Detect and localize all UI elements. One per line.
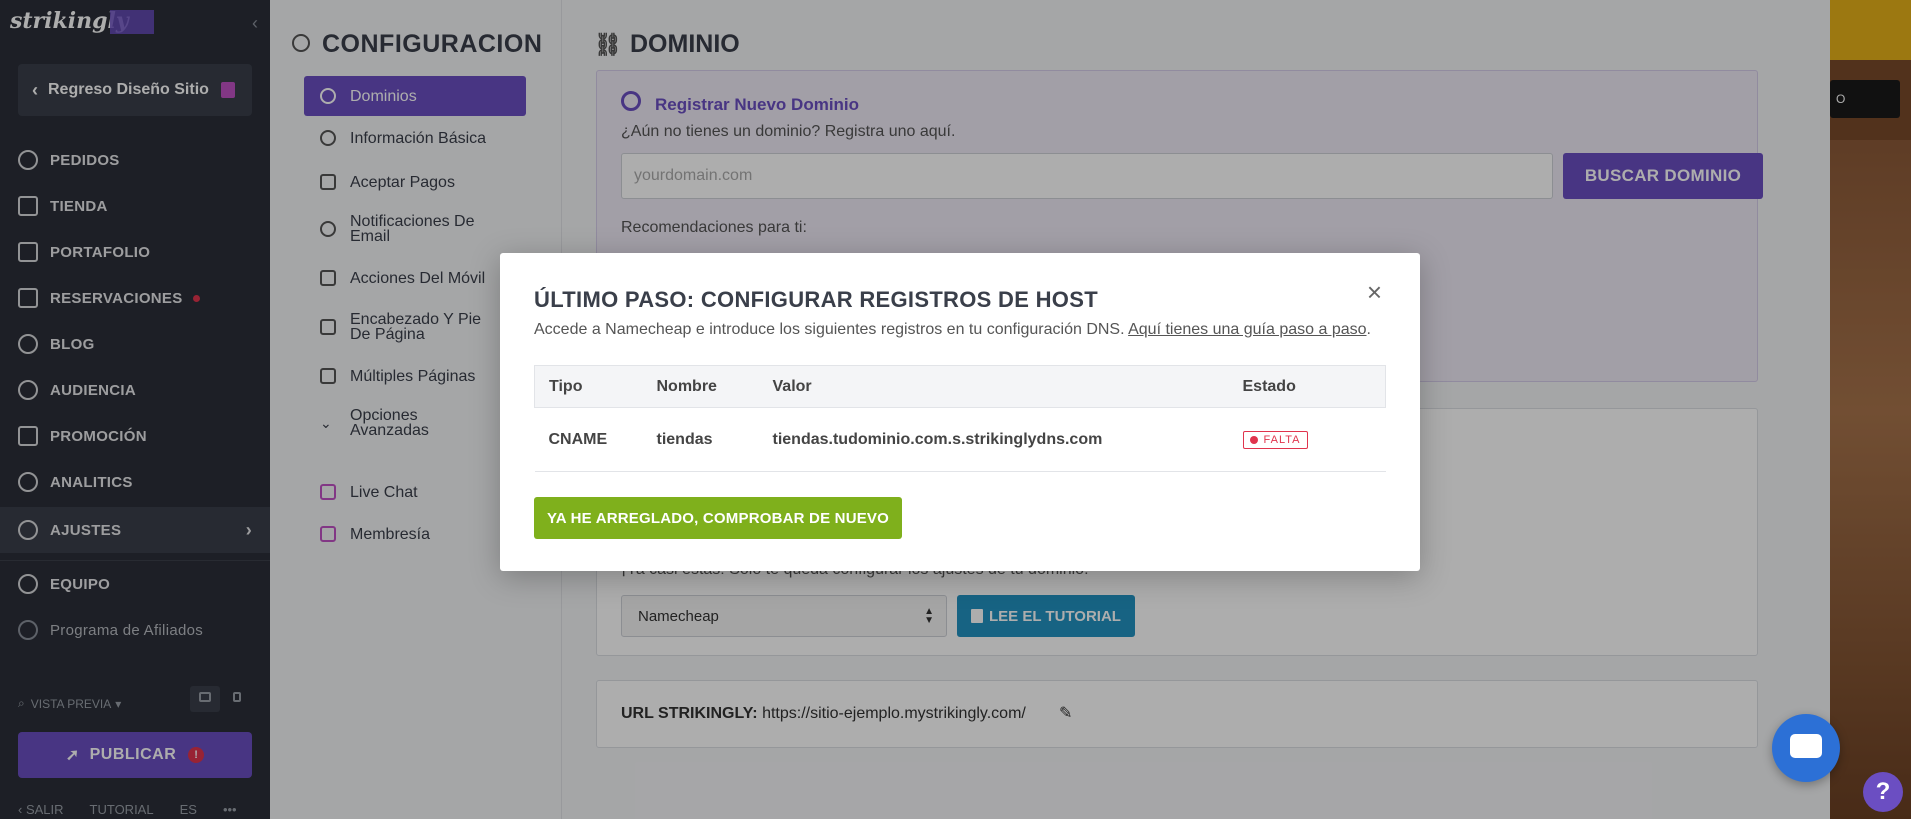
modal-title: ÚLTIMO PASO: CONFIGURAR REGISTROS DE HOS… bbox=[534, 287, 1098, 312]
modal-description-period: . bbox=[1366, 321, 1371, 338]
help-button[interactable]: ? bbox=[1863, 772, 1903, 812]
record-type: CNAME bbox=[534, 407, 643, 472]
modal-description: Accede a Namecheap e introduce los sigui… bbox=[534, 321, 1371, 339]
check-again-button[interactable]: YA HE ARREGLADO, COMPROBAR DE NUEVO bbox=[534, 497, 902, 539]
dns-records-table: Tipo Nombre Valor Estado CNAME tiendas t… bbox=[534, 365, 1386, 472]
status-dot bbox=[1249, 435, 1258, 444]
modal-description-text: Accede a Namecheap e introduce los sigui… bbox=[534, 321, 1125, 338]
record-status: FALTA bbox=[1228, 407, 1386, 472]
table-header-row: Tipo Nombre Valor Estado bbox=[534, 365, 1386, 408]
status-badge-text: FALTA bbox=[1263, 433, 1301, 446]
record-value: tiendas.tudominio.com.s.strikinglydns.co… bbox=[758, 407, 1229, 472]
table-row: CNAME tiendas tiendas.tudominio.com.s.st… bbox=[534, 407, 1386, 472]
record-name: tiendas bbox=[642, 407, 759, 472]
step-by-step-guide-link[interactable]: Aquí tienes una guía paso a paso bbox=[1128, 321, 1366, 338]
col-header-type: Tipo bbox=[534, 365, 643, 408]
live-chat-widget[interactable] bbox=[1772, 714, 1840, 782]
chat-bubble-icon bbox=[1790, 734, 1822, 758]
col-header-name: Nombre bbox=[642, 365, 759, 408]
status-badge: FALTA bbox=[1242, 430, 1308, 449]
col-header-value: Valor bbox=[758, 365, 1229, 408]
col-header-status: Estado bbox=[1228, 365, 1386, 408]
close-icon[interactable]: × bbox=[1367, 279, 1382, 305]
host-records-modal: × ÚLTIMO PASO: CONFIGURAR REGISTROS DE H… bbox=[500, 253, 1420, 571]
